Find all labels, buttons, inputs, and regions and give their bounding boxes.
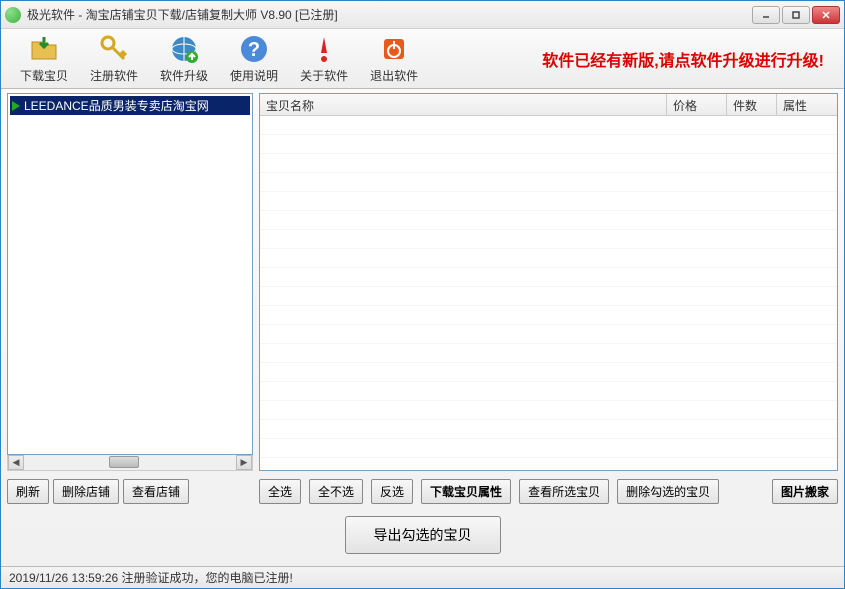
item-grid[interactable]: 宝贝名称 价格 件数 属性: [259, 93, 838, 471]
play-arrow-icon: [12, 101, 20, 111]
column-attr[interactable]: 属性: [777, 94, 837, 115]
export-checked-button[interactable]: 导出勾选的宝贝: [345, 516, 501, 554]
view-shop-button[interactable]: 查看店铺: [123, 479, 189, 504]
delete-checked-button[interactable]: 删除勾选的宝贝: [617, 479, 719, 504]
maximize-button[interactable]: [782, 6, 810, 24]
key-icon: [98, 33, 130, 65]
status-text: 2019/11/26 13:59:26 注册验证成功，您的电脑已注册!: [9, 569, 293, 586]
update-banner: 软件已经有新版,请点软件升级进行升级!: [429, 47, 836, 71]
globe-upgrade-icon: [168, 33, 200, 65]
column-count[interactable]: 件数: [727, 94, 777, 115]
refresh-button[interactable]: 刷新: [7, 479, 49, 504]
column-name[interactable]: 宝贝名称: [260, 94, 667, 115]
select-none-button[interactable]: 全不选: [309, 479, 363, 504]
column-price[interactable]: 价格: [667, 94, 727, 115]
download-attr-button[interactable]: 下载宝贝属性: [421, 479, 511, 504]
scroll-left-icon[interactable]: ◀: [8, 455, 24, 470]
minimize-button[interactable]: [752, 6, 780, 24]
scroll-thumb[interactable]: [109, 456, 139, 468]
tree-item-label: LEEDANCE品质男装专卖店淘宝网: [24, 97, 209, 114]
help-button[interactable]: ? 使用说明: [219, 30, 289, 87]
exclamation-icon: [308, 33, 340, 65]
download-button[interactable]: 下载宝贝: [9, 30, 79, 87]
titlebar: 极光软件 - 淘宝店铺宝贝下载/店铺复制大师 V8.90 [已注册]: [1, 1, 844, 29]
toolbar: 下载宝贝 注册软件 软件升级 ? 使用说明 关于软件 退出软件 软件已经有新版,…: [1, 29, 844, 89]
upgrade-button[interactable]: 软件升级: [149, 30, 219, 87]
horizontal-scrollbar[interactable]: ◀ ▶: [7, 455, 253, 471]
select-all-button[interactable]: 全选: [259, 479, 301, 504]
question-icon: ?: [238, 33, 270, 65]
about-button[interactable]: 关于软件: [289, 30, 359, 87]
shop-tree[interactable]: LEEDANCE品质男装专卖店淘宝网: [7, 93, 253, 455]
window-title: 极光软件 - 淘宝店铺宝贝下载/店铺复制大师 V8.90 [已注册]: [27, 6, 752, 23]
folder-download-icon: [28, 33, 60, 65]
delete-shop-button[interactable]: 删除店铺: [53, 479, 119, 504]
image-move-button[interactable]: 图片搬家: [772, 479, 838, 504]
scroll-right-icon[interactable]: ▶: [236, 455, 252, 470]
statusbar: 2019/11/26 13:59:26 注册验证成功，您的电脑已注册!: [1, 566, 844, 588]
power-icon: [378, 33, 410, 65]
register-button[interactable]: 注册软件: [79, 30, 149, 87]
close-button[interactable]: [812, 6, 840, 24]
grid-header: 宝贝名称 价格 件数 属性: [260, 94, 837, 116]
view-selected-button[interactable]: 查看所选宝贝: [519, 479, 609, 504]
invert-selection-button[interactable]: 反选: [371, 479, 413, 504]
svg-text:?: ?: [248, 39, 260, 61]
app-icon: [5, 7, 21, 23]
tree-item[interactable]: LEEDANCE品质男装专卖店淘宝网: [10, 96, 250, 115]
grid-body[interactable]: [260, 116, 837, 470]
exit-button[interactable]: 退出软件: [359, 30, 429, 87]
